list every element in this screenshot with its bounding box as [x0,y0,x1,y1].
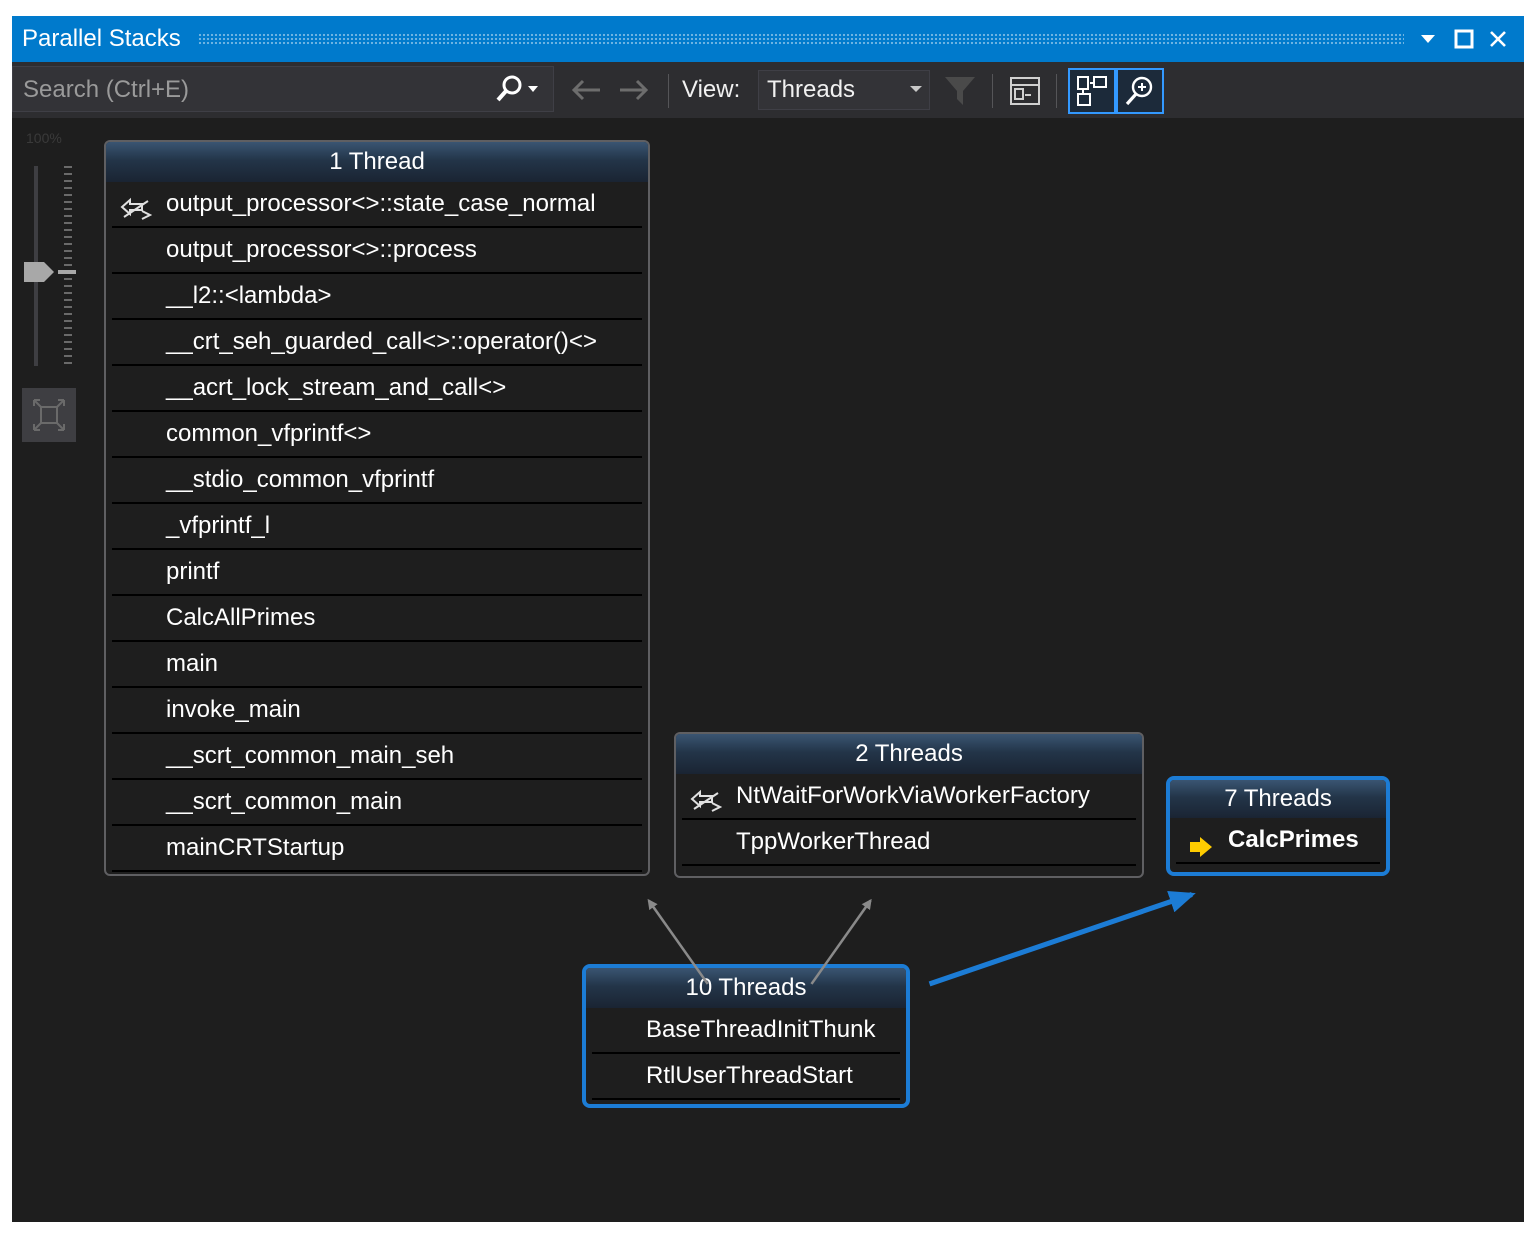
stack-frame[interactable]: output_processor<>::process [112,228,642,274]
stack-frame[interactable]: output_processor<>::state_case_normal [112,182,642,228]
forward-arrow-icon[interactable] [616,72,652,108]
close-icon[interactable] [1482,22,1514,56]
toolbar-separator [1056,74,1057,108]
toolbar: View: Threads [12,62,1524,118]
frame-label: __stdio_common_vfprintf [166,466,435,493]
maximize-icon[interactable] [1448,22,1480,56]
stack-frame[interactable]: invoke_main [112,688,642,734]
stack-node-worker-threads: 2 Threads NtWaitForWorkViaWorkerFactory … [674,732,1144,878]
frame-label: output_processor<>::state_case_normal [166,190,596,217]
frame-label: __crt_seh_guarded_call<>::operator()<> [166,328,597,355]
stack-frame[interactable]: __scrt_common_main_seh [112,734,642,780]
thread-switch-icon [120,192,153,220]
method-view-toggle-icon[interactable] [1068,68,1116,114]
stack-frame[interactable]: __scrt_common_main [112,780,642,826]
frame-label: NtWaitForWorkViaWorkerFactory [736,782,1090,809]
frame-label: output_processor<>::process [166,236,477,263]
stack-frame-current[interactable]: CalcPrimes [1176,818,1380,864]
title-bar-grip[interactable] [198,33,1404,45]
frame-label: common_vfprintf<> [166,420,372,447]
frame-label: printf [166,558,220,585]
frame-label: invoke_main [166,696,301,723]
node-header[interactable]: 2 Threads [676,734,1142,774]
window-title: Parallel Stacks [22,25,181,52]
stack-frame[interactable]: NtWaitForWorkViaWorkerFactory [682,774,1136,820]
stack-node-calc-threads: 7 Threads CalcPrimes [1166,776,1390,876]
frame-label: __l2::<lambda> [166,282,332,309]
parallel-stacks-window: Parallel Stacks Search (Ctrl+E) View: Th… [12,16,1524,1222]
view-select-value: Threads [767,76,856,103]
back-arrow-icon[interactable] [568,72,604,108]
stack-frame[interactable]: _vfprintf_l [112,504,642,550]
zoom-level: 100% [26,130,62,146]
search-box [12,66,554,113]
node-header[interactable]: 7 Threads [1170,780,1386,818]
chevron-down-icon [909,71,923,109]
stack-frame[interactable]: CalcAllPrimes [112,596,642,642]
search-icon[interactable] [489,73,545,105]
zoom-slider-thumb[interactable] [22,260,78,289]
stack-frame[interactable]: mainCRTStartup [112,826,642,872]
node-header[interactable]: 10 Threads [586,968,906,1008]
stack-frame[interactable]: RtlUserThreadStart [592,1054,900,1100]
frame-label: __acrt_lock_stream_and_call<> [166,374,507,401]
search-input[interactable] [13,67,495,113]
view-select[interactable]: Threads [758,70,930,110]
zoom-control: 100% [22,130,78,450]
edge-to-calc-threads [928,891,1196,987]
stack-frame[interactable]: __l2::<lambda> [112,274,642,320]
toolbar-separator [992,74,993,108]
frame-label: mainCRTStartup [166,834,345,861]
zoom-to-fit-icon[interactable] [22,388,76,442]
auto-scroll-zoom-icon[interactable] [1116,68,1164,114]
stack-node-root-threads: 10 Threads BaseThreadInitThunk RtlUserTh… [582,964,910,1108]
stack-frame[interactable]: common_vfprintf<> [112,412,642,458]
view-label: View: [682,76,741,103]
frame-label: __scrt_common_main [166,788,403,815]
frame-label: RtlUserThreadStart [646,1062,853,1089]
stack-frame[interactable]: __crt_seh_guarded_call<>::operator()<> [112,320,642,366]
title-bar: Parallel Stacks [12,16,1524,62]
frame-label: __scrt_common_main_seh [166,742,455,769]
frame-label: main [166,650,219,677]
external-code-icon[interactable] [1006,72,1044,110]
stack-frame[interactable]: __acrt_lock_stream_and_call<> [112,366,642,412]
toolbar-separator [668,74,669,108]
frame-label: BaseThreadInitThunk [646,1016,876,1043]
frame-label: CalcPrimes [1228,826,1359,853]
stack-frame[interactable]: main [112,642,642,688]
filter-icon[interactable] [940,70,980,110]
frame-label: CalcAllPrimes [166,604,316,631]
stack-node-main-thread: 1 Thread output_processor<>::state_case_… [104,140,650,876]
frame-label: _vfprintf_l [166,512,271,539]
node-header[interactable]: 1 Thread [106,142,648,182]
current-frame-arrow-icon [1188,829,1220,857]
stack-frame[interactable]: BaseThreadInitThunk [592,1008,900,1054]
frame-label: TppWorkerThread [736,828,931,855]
stack-frame[interactable]: printf [112,550,642,596]
stack-frame[interactable]: TppWorkerThread [682,820,1136,866]
stack-frame[interactable]: __stdio_common_vfprintf [112,458,642,504]
thread-switch-icon [690,784,723,812]
dropdown-arrow-icon[interactable] [1412,22,1444,56]
